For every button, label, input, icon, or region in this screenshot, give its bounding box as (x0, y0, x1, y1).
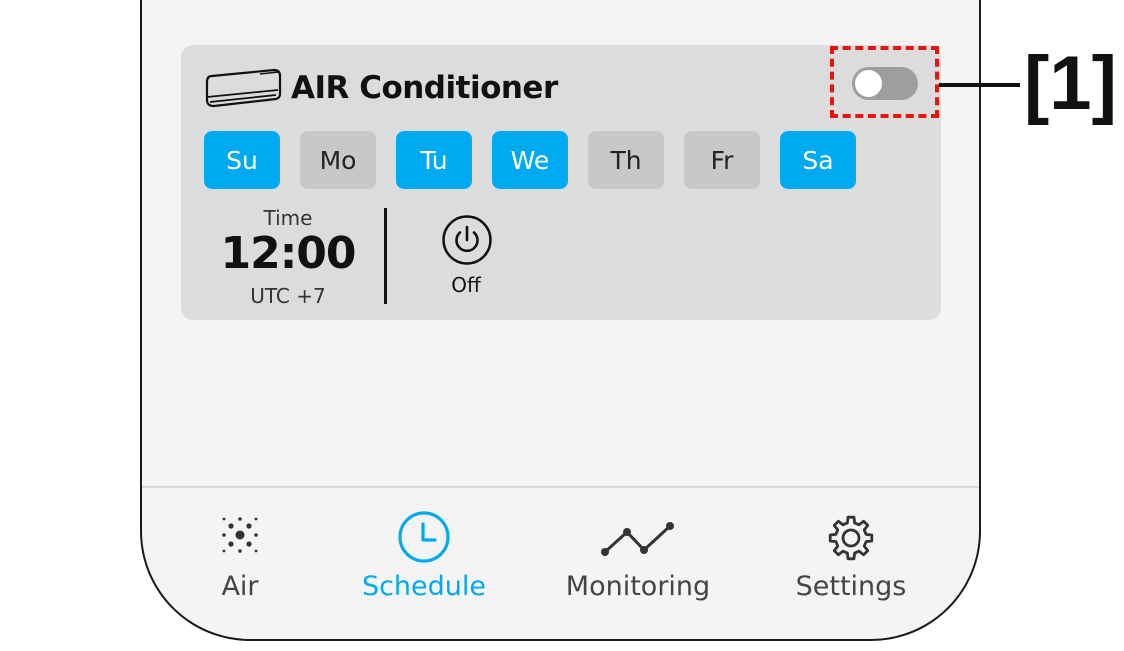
nav-label-settings: Settings (795, 571, 907, 602)
nav-item-monitoring[interactable]: Monitoring (550, 505, 726, 605)
day-chip-we[interactable]: We (492, 131, 568, 189)
power-action-label: Off (451, 273, 481, 297)
air-particles-icon (222, 517, 258, 553)
callout-label: [1] (1024, 41, 1117, 126)
power-icon[interactable] (441, 214, 493, 266)
callout-line (939, 83, 1020, 87)
nav-item-settings[interactable]: Settings (776, 505, 926, 605)
day-chip-fr[interactable]: Fr (684, 131, 760, 189)
divider (384, 208, 387, 304)
day-chip-th[interactable]: Th (588, 131, 664, 189)
day-selector: Su Mo Tu We Th Fr Sa (204, 131, 856, 189)
clock-icon (398, 511, 450, 563)
nav-label-schedule: Schedule (361, 571, 487, 602)
nav-label-monitoring: Monitoring (565, 571, 711, 602)
day-chip-su[interactable]: Su (204, 131, 280, 189)
card-title: AIR Conditioner (291, 70, 558, 106)
day-chip-sa[interactable]: Sa (780, 131, 856, 189)
time-value[interactable]: 12:00 (218, 228, 358, 279)
line-chart-icon (601, 522, 674, 556)
nav-label-air: Air (221, 571, 259, 602)
day-chip-mo[interactable]: Mo (300, 131, 376, 189)
nav-item-air[interactable]: Air (190, 505, 290, 605)
time-label: Time (263, 206, 313, 230)
gear-icon (828, 515, 874, 561)
highlight-box (830, 46, 939, 118)
timezone-label: UTC +7 (250, 284, 326, 308)
nav-divider (142, 486, 979, 488)
air-conditioner-icon (205, 68, 282, 108)
nav-item-schedule[interactable]: Schedule (344, 505, 504, 605)
day-chip-tu[interactable]: Tu (396, 131, 472, 189)
